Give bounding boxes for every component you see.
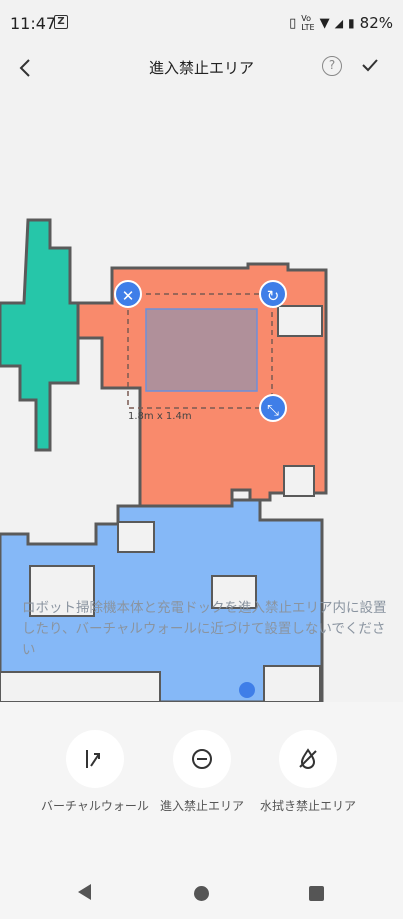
system-nav-bar: [0, 862, 403, 919]
signal-icon: ◢: [334, 16, 344, 30]
no-go-zone[interactable]: [145, 308, 258, 392]
resize-zone-icon[interactable]: ⤡: [259, 394, 287, 422]
no-mop-zone-label: 水拭き禁止エリア: [259, 799, 356, 813]
status-icons: ▯ Vo LTE ▼ ◢ ▮ 82%: [289, 14, 393, 32]
room-orange-gap: [277, 305, 323, 337]
room-blue-gap: [0, 671, 161, 702]
no-mop-zone-icon: [279, 730, 337, 788]
nav-recents-icon[interactable]: [309, 886, 324, 901]
status-bar: 11:47 Z ▯ Vo LTE ▼ ◢ ▮ 82%: [0, 0, 403, 48]
close-zone-icon[interactable]: ✕: [114, 280, 142, 308]
help-icon[interactable]: ?: [322, 56, 342, 76]
no-go-zone-label: 進入禁止エリア: [159, 799, 244, 813]
no-mop-zone-button[interactable]: 水拭き禁止エリア: [248, 730, 368, 816]
map-area[interactable]: 1.8m x 1.4m ✕ ↻ ⤡ ロボット掃除機本体と充電ドックを進入禁止エリ…: [0, 88, 403, 702]
warning-text: ロボット掃除機本体と充電ドックを進入禁止エリア内に設置したり、バーチャルウォール…: [22, 600, 387, 658]
no-go-zone-button[interactable]: 進入禁止エリア: [142, 730, 262, 816]
vibrate-icon: ▯: [289, 15, 297, 31]
room-blue-gap: [117, 521, 155, 553]
virtual-wall-icon: [66, 730, 124, 788]
virtual-wall-button[interactable]: バーチャルウォール: [35, 730, 155, 816]
page-title: 進入禁止エリア: [148, 59, 254, 77]
nav-home-icon[interactable]: [194, 886, 209, 901]
battery-icon: ▮: [348, 16, 355, 30]
check-icon[interactable]: [358, 53, 382, 77]
room-orange-gap: [283, 465, 315, 497]
zone-size-label: 1.8m x 1.4m: [128, 411, 192, 422]
wifi-icon: ▼: [319, 15, 330, 31]
no-go-zone-icon: [173, 730, 231, 788]
charging-dock-icon: [239, 682, 255, 698]
notification-z-icon: Z: [54, 15, 68, 29]
volte-icon: Vo LTE: [301, 14, 315, 32]
nav-back-icon[interactable]: [78, 884, 91, 900]
tool-panel: バーチャルウォール 進入禁止エリア 水拭き禁止エリア: [0, 702, 403, 862]
virtual-wall-label: バーチャルウォール: [41, 799, 149, 813]
room-blue-gap: [263, 665, 321, 702]
app-header: 進入禁止エリア ?: [0, 48, 403, 88]
battery-percent: 82%: [359, 14, 393, 32]
room-teal: [0, 218, 80, 452]
rotate-zone-icon[interactable]: ↻: [259, 280, 287, 308]
status-time: 11:47: [10, 14, 57, 33]
